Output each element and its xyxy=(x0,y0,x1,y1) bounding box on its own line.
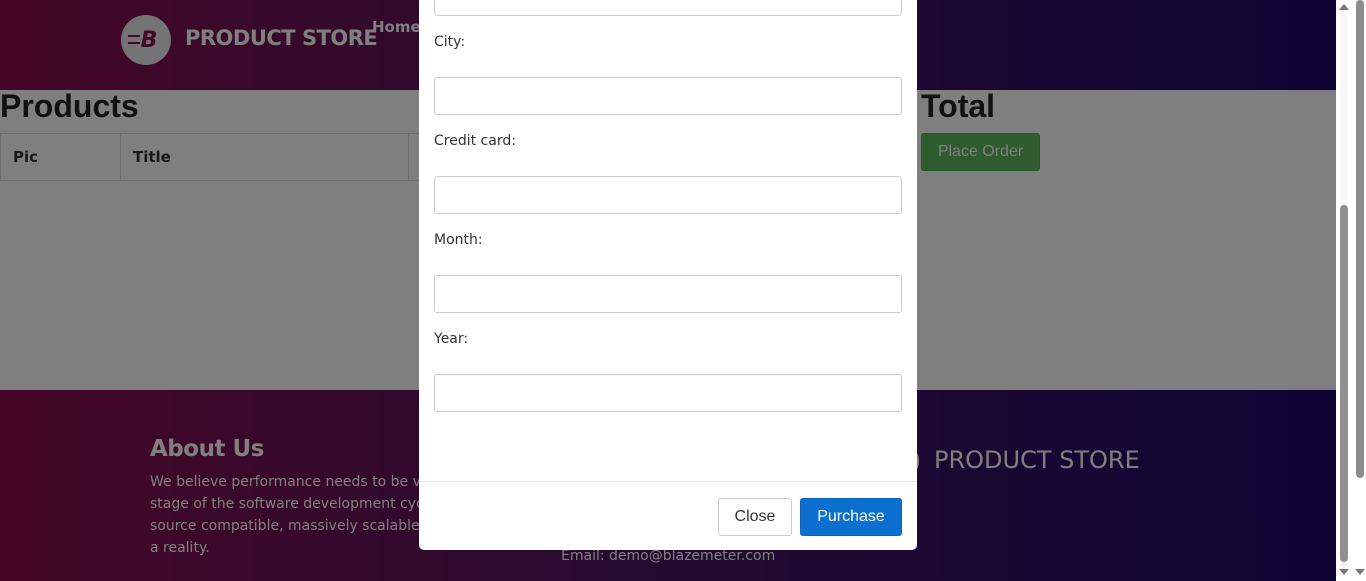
credit-card-label: Credit card: xyxy=(434,133,516,149)
month-input[interactable] xyxy=(434,275,902,313)
year-label: Year: xyxy=(434,331,469,347)
order-modal: City: Credit card: Month: Year: Close Pu… xyxy=(419,0,917,550)
close-button[interactable]: Close xyxy=(718,498,792,536)
city-label: City: xyxy=(434,34,466,50)
month-label: Month: xyxy=(434,232,483,248)
scroll-down-arrow-icon[interactable] xyxy=(1339,569,1349,575)
page-scrollbar-thumb[interactable] xyxy=(1356,0,1364,478)
scrollbar-thumb[interactable] xyxy=(1340,205,1348,562)
purchase-button[interactable]: Purchase xyxy=(800,498,902,536)
page-scroll-down-arrow-icon[interactable] xyxy=(1355,569,1365,575)
country-input[interactable] xyxy=(434,0,902,16)
city-input[interactable] xyxy=(434,77,902,115)
credit-card-input[interactable] xyxy=(434,176,902,214)
scroll-up-arrow-icon[interactable] xyxy=(1339,4,1349,10)
year-input[interactable] xyxy=(434,374,902,412)
modal-footer: Close Purchase xyxy=(419,481,917,550)
